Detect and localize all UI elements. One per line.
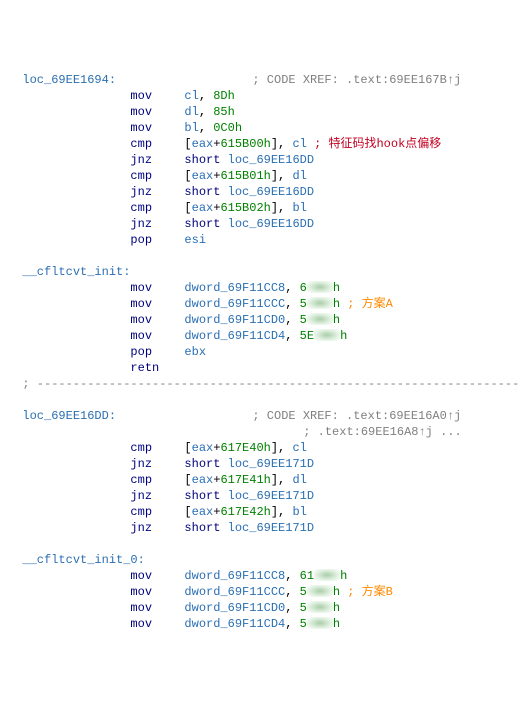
mnemonic: jnz: [130, 184, 184, 200]
mnemonic: pop: [130, 344, 184, 360]
asm-line: cmp[eax+615B00h], cl ; 特征码找hook点偏移: [8, 136, 520, 152]
code-label: loc_69EE1694:: [22, 72, 252, 88]
mnemonic: cmp: [130, 136, 184, 152]
xref-comment: ; CODE XREF: .text:69EE167B↑j: [252, 73, 461, 87]
mnemonic: mov: [130, 296, 184, 312]
mnemonic: mov: [130, 88, 184, 104]
mnemonic: mov: [130, 600, 184, 616]
label-line: __cfltcvt_init_0:: [8, 552, 520, 568]
mnemonic: jnz: [130, 152, 184, 168]
comment: ; 特征码找hook点偏移: [307, 137, 441, 151]
asm-line: movdword_69F11CD4, 5h: [8, 616, 520, 632]
asm-line: movdl, 85h: [8, 104, 520, 120]
mnemonic: cmp: [130, 472, 184, 488]
mnemonic: retn: [130, 360, 184, 376]
code-label: __cfltcvt_init_0:: [22, 552, 252, 568]
asm-line: movdword_69F11CD0, 5h: [8, 312, 520, 328]
asm-line: movdword_69F11CD4, 5Eh: [8, 328, 520, 344]
asm-line: movdword_69F11CD0, 5h: [8, 600, 520, 616]
mnemonic: mov: [130, 120, 184, 136]
asm-line: cmp[eax+617E42h], bl: [8, 504, 520, 520]
redacted-value: [307, 297, 333, 309]
redacted-value: [307, 281, 333, 293]
asm-line: cmp[eax+617E40h], cl: [8, 440, 520, 456]
code-label: loc_69EE16DD:: [22, 408, 252, 424]
asm-line: movdword_69F11CC8, 61h: [8, 568, 520, 584]
asm-line: popesi: [8, 232, 520, 248]
redacted-value: [307, 313, 333, 325]
redacted-value: [314, 569, 340, 581]
asm-line: jnzshort loc_69EE16DD: [8, 216, 520, 232]
xref-comment: ; CODE XREF: .text:69EE16A0↑j: [252, 409, 461, 423]
mnemonic: mov: [130, 328, 184, 344]
mnemonic: mov: [130, 616, 184, 632]
asm-line: jnzshort loc_69EE16DD: [8, 152, 520, 168]
redacted-value: [307, 617, 333, 629]
asm-line: cmp[eax+615B02h], bl: [8, 200, 520, 216]
mnemonic: jnz: [130, 456, 184, 472]
redacted-value: [307, 601, 333, 613]
mnemonic: jnz: [130, 488, 184, 504]
asm-line: movdword_69F11CCC, 5h ; 方案A: [8, 296, 520, 312]
mnemonic: mov: [130, 280, 184, 296]
asm-line: jnzshort loc_69EE16DD: [8, 184, 520, 200]
xref-cont: ; .text:69EE16A8↑j ...: [8, 424, 520, 440]
disassembly-listing: loc_69EE1694:; CODE XREF: .text:69EE167B…: [8, 72, 520, 632]
mnemonic: cmp: [130, 168, 184, 184]
mnemonic: mov: [130, 312, 184, 328]
xref-comment: ; .text:69EE16A8↑j ...: [303, 425, 461, 439]
mnemonic: cmp: [130, 504, 184, 520]
blank-line: [8, 248, 520, 264]
asm-line: movdword_69F11CC8, 6h: [8, 280, 520, 296]
asm-line: popebx: [8, 344, 520, 360]
asm-line: movcl, 8Dh: [8, 88, 520, 104]
asm-line: movdword_69F11CCC, 5h ; 方案B: [8, 584, 520, 600]
mnemonic: mov: [130, 568, 184, 584]
blank-line: [8, 392, 520, 408]
asm-line: jnzshort loc_69EE171D: [8, 488, 520, 504]
mnemonic: cmp: [130, 440, 184, 456]
asm-line: retn: [8, 360, 520, 376]
blank-line: [8, 536, 520, 552]
mnemonic: mov: [130, 584, 184, 600]
annotation: ; 方案B: [340, 585, 393, 599]
mnemonic: mov: [130, 104, 184, 120]
redacted-value: [314, 329, 340, 341]
label-line: __cfltcvt_init:: [8, 264, 520, 280]
asm-line: jnzshort loc_69EE171D: [8, 456, 520, 472]
mnemonic: pop: [130, 232, 184, 248]
label-line: loc_69EE1694:; CODE XREF: .text:69EE167B…: [8, 72, 520, 88]
section-separator: ; --------------------------------------…: [8, 376, 520, 392]
asm-line: movbl, 0C0h: [8, 120, 520, 136]
annotation: ; 方案A: [340, 297, 393, 311]
code-label: __cfltcvt_init:: [22, 264, 252, 280]
asm-line: cmp[eax+617E41h], dl: [8, 472, 520, 488]
label-line: loc_69EE16DD:; CODE XREF: .text:69EE16A0…: [8, 408, 520, 424]
mnemonic: jnz: [130, 216, 184, 232]
redacted-value: [307, 585, 333, 597]
asm-line: cmp[eax+615B01h], dl: [8, 168, 520, 184]
mnemonic: cmp: [130, 200, 184, 216]
